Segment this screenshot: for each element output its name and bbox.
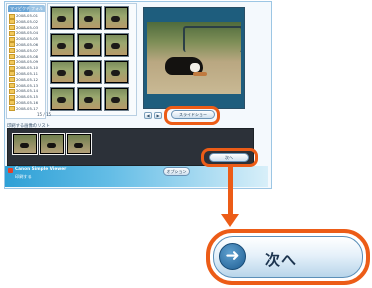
next-image-button[interactable]: ▶ [154, 112, 162, 119]
photo-thumbnail[interactable] [77, 87, 102, 111]
photo-thumbnail[interactable] [50, 87, 75, 111]
folder-tree-pane[interactable]: マイピクチャ フォルダ 2008-05-01 2008-05-02 2008-0… [6, 3, 46, 119]
selected-thumbnail[interactable] [66, 133, 92, 155]
folder-icon [9, 100, 15, 106]
options-button[interactable]: オプション [163, 167, 190, 176]
photo-thumbnail[interactable] [104, 33, 129, 57]
callout-connector [228, 166, 233, 184]
app-brand: Canon Simple Viewer [15, 167, 67, 172]
previous-image-button[interactable]: ◀ [144, 112, 152, 119]
down-arrow-icon [221, 214, 239, 227]
photo-thumbnail[interactable] [77, 6, 102, 30]
photo-thumbnail[interactable] [77, 33, 102, 57]
photo-thumbnail[interactable] [77, 60, 102, 84]
folder-icon [9, 19, 15, 25]
folder-icon [9, 13, 15, 19]
folder-icon [9, 48, 15, 54]
folder-item[interactable]: 2008-05-17 [9, 106, 44, 112]
arrow-right-icon: ➜ [219, 243, 246, 270]
image-count: 15 / 15 [37, 112, 52, 117]
canon-logo-icon [8, 168, 13, 173]
folder-icon [9, 88, 15, 94]
callout-arrow-shaft [228, 183, 233, 217]
preview-pane [143, 7, 245, 109]
folder-icon [9, 30, 15, 36]
next-button-label: 次へ [265, 251, 298, 269]
preview-image [147, 22, 241, 94]
selected-thumbnail[interactable] [12, 133, 38, 155]
slideshow-button[interactable]: スライドショー [171, 110, 215, 119]
photo-thumbnail[interactable] [50, 33, 75, 57]
thumbnail-grid [47, 3, 137, 116]
tab-folder[interactable]: フォルダ [29, 5, 45, 18]
next-button-small[interactable]: 次へ [209, 153, 249, 162]
photo-thumbnail[interactable] [50, 6, 75, 30]
photo-thumbnail[interactable] [104, 6, 129, 30]
folder-icon [9, 77, 15, 83]
folder-icon [9, 42, 15, 48]
photo-thumbnail[interactable] [50, 60, 75, 84]
folder-icon [9, 65, 15, 71]
folder-icon [9, 36, 15, 42]
folder-icon [9, 59, 15, 65]
folder-icon [9, 25, 15, 31]
folder-icon [9, 83, 15, 89]
folder-icon [9, 54, 15, 60]
footer-file-name: 印刷する [15, 174, 32, 179]
folder-icon [9, 71, 15, 77]
folder-list: 2008-05-01 2008-05-02 2008-05-03 2008-05… [9, 13, 44, 112]
folder-icon [9, 106, 15, 112]
selected-thumbnail[interactable] [39, 133, 65, 155]
photo-thumbnail[interactable] [104, 60, 129, 84]
photo-thumbnail[interactable] [104, 87, 129, 111]
folder-icon [9, 94, 15, 100]
